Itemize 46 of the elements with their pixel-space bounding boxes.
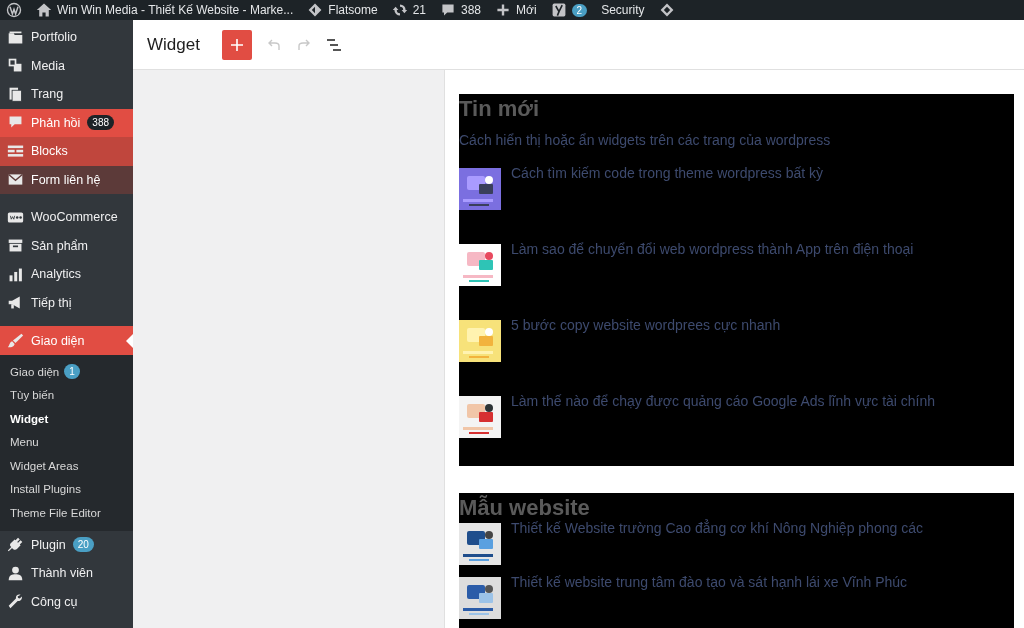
add-block-button[interactable] bbox=[221, 29, 252, 60]
sidebar-menu-item[interactable]: Blocks bbox=[0, 137, 133, 166]
admin-bar-item[interactable]: Mới bbox=[495, 0, 537, 20]
submenu-item[interactable]: Giao diện 1 bbox=[0, 360, 133, 384]
count-badge: 2 bbox=[571, 3, 588, 17]
admin-bar-item[interactable]: Win Win Media - Thiết Kế Website - Marke... bbox=[36, 0, 294, 20]
sidebar-menu-item[interactable]: Analytics bbox=[0, 260, 133, 289]
sidebar-menu-item[interactable]: Phản hồi 388 bbox=[0, 108, 133, 137]
comment-icon bbox=[440, 2, 456, 18]
count-badge: 20 bbox=[72, 537, 94, 553]
admin-bar-item[interactable]: 21 bbox=[391, 0, 426, 20]
admin-bar-item[interactable] bbox=[6, 0, 22, 20]
page-title: Widget bbox=[147, 34, 200, 55]
plus-icon bbox=[495, 2, 512, 18]
sidebar-menu-item[interactable]: Tiếp thị bbox=[0, 288, 133, 317]
sidebar-menu-item[interactable]: Sản phẩm bbox=[0, 231, 133, 260]
sidebar-menu-item[interactable]: Trang bbox=[0, 80, 133, 109]
submenu-item[interactable]: Theme File Editor bbox=[0, 501, 133, 525]
plug-icon bbox=[7, 536, 24, 554]
submenu-item[interactable]: Install Plugins bbox=[0, 477, 133, 501]
sidebar-menu-item[interactable]: Portfolio bbox=[0, 23, 133, 52]
paintbrush-icon bbox=[7, 332, 24, 349]
wrench-icon bbox=[7, 593, 24, 611]
admin-bar-item[interactable]: Security bbox=[601, 0, 645, 20]
widget-heading: Mẫu website bbox=[459, 494, 591, 521]
submenu-item[interactable]: Widget Areas bbox=[0, 454, 133, 478]
home-icon bbox=[36, 2, 52, 18]
refresh-icon bbox=[391, 2, 408, 18]
diamond-outline-icon bbox=[307, 2, 324, 18]
count-badge: 388 bbox=[87, 115, 115, 131]
submenu-item[interactable]: Menu bbox=[0, 430, 133, 454]
sidebar-menu-item[interactable]: Media bbox=[0, 51, 133, 80]
sidebar-menu-item[interactable]: WooCommerce bbox=[0, 203, 133, 232]
sidebar-menu-item[interactable]: Giao diện bbox=[0, 326, 133, 355]
admin-bar-item[interactable]: 388 bbox=[440, 0, 482, 20]
count-badge: 1 bbox=[64, 364, 80, 380]
submenu-item[interactable]: Tùy biến bbox=[0, 383, 133, 407]
pages-icon bbox=[7, 85, 24, 103]
user-icon bbox=[7, 564, 24, 582]
submenu-item[interactable]: Widget bbox=[0, 407, 133, 431]
sidebar-menu-item[interactable]: Thành viên bbox=[0, 559, 133, 588]
widget-heading: Tin mới bbox=[459, 95, 541, 123]
admin-bar-item[interactable]: Flatsome bbox=[307, 0, 378, 20]
sidebar-menu-item[interactable]: Công cụ bbox=[0, 587, 133, 616]
sidebar-menu-item[interactable]: Plugin 20 bbox=[0, 530, 133, 559]
sidebar-menu-item[interactable]: Form liên hệ bbox=[0, 165, 133, 194]
